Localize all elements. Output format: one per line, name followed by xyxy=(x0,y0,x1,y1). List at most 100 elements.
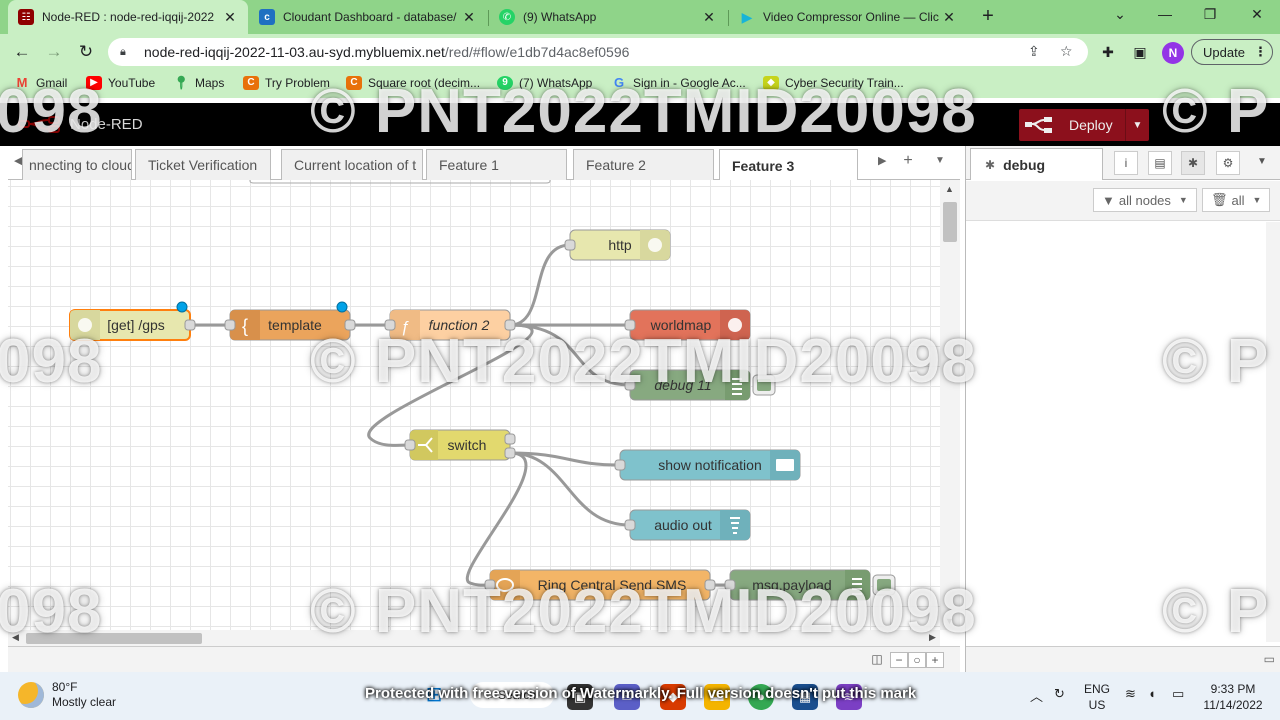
bookmark-gmail[interactable]: M Gmail xyxy=(14,76,68,91)
sidebar-scrollbar[interactable] xyxy=(1266,222,1280,642)
forward-arrow-icon[interactable]: → xyxy=(43,41,65,63)
window-close-icon[interactable]: ✕ xyxy=(1242,6,1272,23)
filter-nodes-button[interactable]: ▼ all nodes ▼ xyxy=(1093,188,1197,212)
popout-window-icon[interactable]: ▭ xyxy=(1264,652,1275,666)
canvas-horizontal-scrollbar[interactable]: ◀ ▶ xyxy=(8,630,940,646)
bookmark-cyber-security[interactable]: ◆ Cyber Security Train... xyxy=(763,76,904,90)
input-port[interactable] xyxy=(624,379,636,391)
workspace-tab-ticket-verification[interactable]: Ticket Verification xyxy=(135,149,271,180)
deploy-button[interactable]: Deploy ▼ xyxy=(1019,109,1149,141)
side-panel-icon[interactable]: ▣ xyxy=(1130,42,1150,62)
input-port[interactable] xyxy=(224,319,236,331)
debug-bug-icon[interactable]: ✱ xyxy=(1181,151,1205,175)
canvas-vertical-scrollbar[interactable]: ▲ ▼ xyxy=(940,180,960,630)
bookmark-google-signin[interactable]: G Sign in - Google Ac... xyxy=(611,76,746,91)
share-icon[interactable]: ⇪ xyxy=(1028,43,1040,60)
battery-icon[interactable]: ▭ xyxy=(1172,686,1184,702)
scroll-thumb[interactable] xyxy=(943,202,957,242)
tab-search-chevron-icon[interactable]: ⌄ xyxy=(1105,6,1135,23)
zoom-in-icon[interactable]: + xyxy=(926,652,944,668)
minimize-icon[interactable]: — xyxy=(1150,6,1180,22)
reload-icon[interactable]: ↻ xyxy=(75,41,97,63)
workspace-tab-current-location[interactable]: Current location of t xyxy=(281,149,423,180)
close-icon[interactable]: ✕ xyxy=(222,9,238,26)
node-worldmap[interactable]: worldmap xyxy=(624,309,751,341)
bookmark-maps[interactable]: 📍︎ Maps xyxy=(173,76,224,91)
bookmark-star-icon[interactable]: ☆ xyxy=(1060,43,1073,60)
add-flow-plus-icon[interactable]: + xyxy=(898,152,918,170)
node-template[interactable]: { template xyxy=(224,301,356,341)
clear-messages-button[interactable]: 🗑︎ all ▼ xyxy=(1202,188,1271,212)
node-msg-payload[interactable]: msg.payload xyxy=(724,569,896,601)
workspace-tab-feature-2[interactable]: Feature 2 xyxy=(573,149,714,180)
zoom-reset-icon[interactable]: ○ xyxy=(908,652,926,668)
weather-widget[interactable]: 80°F Mostly clear xyxy=(18,680,116,710)
help-book-icon[interactable]: ▤ xyxy=(1148,151,1172,175)
output-port[interactable] xyxy=(504,447,516,459)
info-icon[interactable]: i xyxy=(1114,151,1138,175)
browser-tab-video-compressor[interactable]: ▶ Video Compressor Online — Clic ✕ xyxy=(729,0,967,34)
input-port[interactable] xyxy=(404,439,416,451)
close-icon[interactable]: ✕ xyxy=(701,9,717,26)
close-icon[interactable]: ✕ xyxy=(461,9,477,26)
tab-scroll-right-icon[interactable]: ▶ xyxy=(878,154,886,167)
workspace-tab-feature-3[interactable]: Feature 3 xyxy=(719,149,858,181)
bookmark-youtube[interactable]: ▶ YouTube xyxy=(86,76,155,90)
scroll-thumb[interactable] xyxy=(26,633,202,644)
flow-canvas[interactable]: [get] /gps { template ƒ function 2 http … xyxy=(8,180,940,630)
node-http-response[interactable]: http xyxy=(564,229,671,261)
system-clock[interactable]: 9:33 PM 11/14/2022 xyxy=(1198,681,1268,713)
node-ring-central-sms[interactable]: Ring Central Send SMS xyxy=(484,569,716,601)
scroll-down-arrow-icon[interactable]: ▼ xyxy=(945,616,954,626)
node-audio-out[interactable]: audio out xyxy=(624,509,751,541)
flow-list-caret-icon[interactable]: ▼ xyxy=(930,155,950,166)
config-gear-icon[interactable]: ⚙ xyxy=(1216,151,1240,175)
input-port[interactable] xyxy=(384,319,396,331)
node-debug-11[interactable]: debug 11 xyxy=(624,369,776,401)
scroll-up-arrow-icon[interactable]: ▲ xyxy=(945,184,954,194)
back-arrow-icon[interactable]: ← xyxy=(11,41,33,63)
node-function[interactable]: ƒ function 2 xyxy=(384,309,516,341)
extensions-puzzle-icon[interactable]: ✚ xyxy=(1098,42,1118,62)
scroll-right-arrow-icon[interactable]: ▶ xyxy=(929,632,936,643)
input-port[interactable] xyxy=(564,239,576,251)
deploy-menu-caret-icon[interactable]: ▼ xyxy=(1125,109,1149,141)
map-navigator-icon[interactable]: ◫ xyxy=(868,652,886,668)
bookmark-whatsapp[interactable]: 9 (7) WhatsApp xyxy=(497,76,592,90)
bookmark-square-root[interactable]: C Square root (decim... xyxy=(346,76,480,90)
volume-icon[interactable]: ◖ xyxy=(1148,686,1156,701)
browser-tab-cloudant[interactable]: c Cloudant Dashboard - database/ ✕ xyxy=(249,0,487,34)
wifi-icon[interactable]: ≋ xyxy=(1125,686,1136,702)
workspace-tab-connecting[interactable]: nnecting to cloud xyxy=(22,149,132,180)
node-switch[interactable]: switch xyxy=(404,429,516,461)
input-port[interactable] xyxy=(614,459,626,471)
output-port[interactable] xyxy=(504,319,516,331)
output-port[interactable] xyxy=(504,433,516,445)
scroll-left-arrow-icon[interactable]: ◀ xyxy=(12,632,19,643)
close-icon[interactable]: ✕ xyxy=(941,9,957,26)
workspace-tab-feature-1[interactable]: Feature 1 xyxy=(426,149,567,180)
input-port[interactable] xyxy=(624,519,636,531)
update-button[interactable]: Update ⋮ xyxy=(1191,39,1273,65)
output-port[interactable] xyxy=(184,319,196,331)
browser-tab-whatsapp[interactable]: ✆ (9) WhatsApp ✕ xyxy=(489,0,727,34)
new-tab-plus-icon[interactable]: + xyxy=(976,5,1000,29)
input-port[interactable] xyxy=(724,579,736,591)
zoom-out-icon[interactable]: − xyxy=(890,652,908,668)
show-hidden-icons-chevron-icon[interactable]: ︿ xyxy=(1030,686,1043,705)
sidebar-menu-caret-icon[interactable]: ▼ xyxy=(1250,151,1274,175)
bookmark-try-problem[interactable]: C Try Problem xyxy=(243,76,330,90)
output-port[interactable] xyxy=(704,579,716,591)
profile-avatar[interactable]: N xyxy=(1162,42,1184,64)
node-http-in[interactable]: [get] /gps xyxy=(69,301,196,341)
restore-icon[interactable]: ❐ xyxy=(1195,6,1225,23)
sidebar-tab-debug[interactable]: ✱ debug xyxy=(970,148,1103,180)
input-port[interactable] xyxy=(624,319,636,331)
address-bar[interactable]: 🔒︎ node-red-iqqij-2022-11-03.au-syd.mybl… xyxy=(108,38,1088,66)
onedrive-sync-icon[interactable]: ↻ xyxy=(1054,686,1065,702)
input-language[interactable]: ENG US xyxy=(1082,681,1112,713)
output-port[interactable] xyxy=(344,319,356,331)
browser-tab-node-red[interactable]: ☷ Node-RED : node-red-iqqij-2022 ✕ xyxy=(8,0,248,34)
input-port[interactable] xyxy=(484,579,496,591)
node-show-notification[interactable]: show notification xyxy=(614,449,801,481)
